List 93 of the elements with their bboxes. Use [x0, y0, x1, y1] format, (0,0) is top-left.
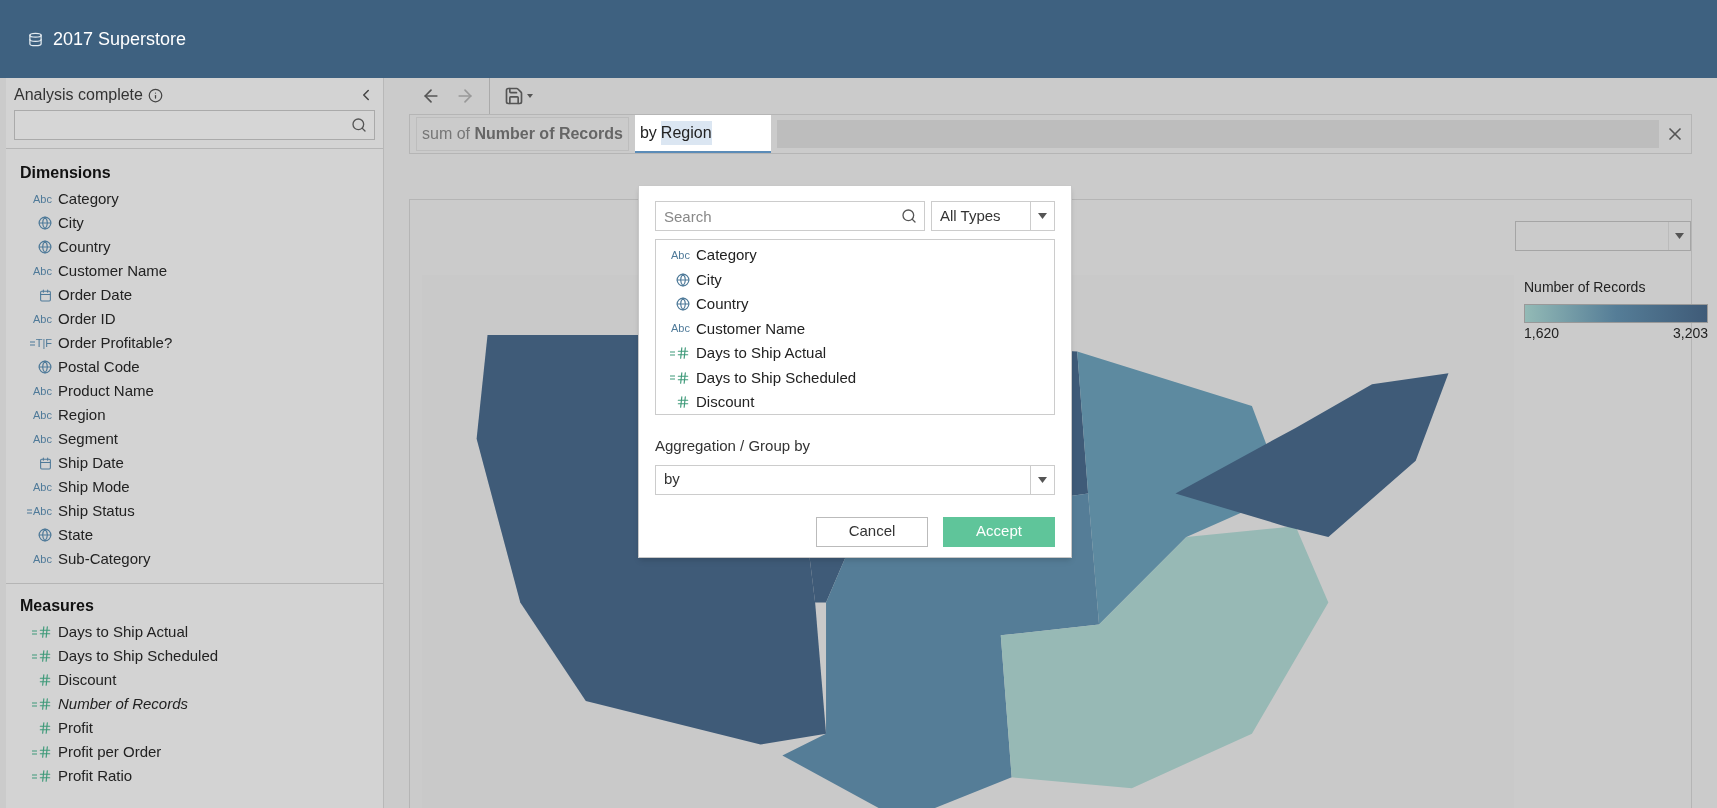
field-name[interactable]: Segment	[58, 427, 119, 451]
field-name[interactable]: State	[58, 523, 94, 547]
field-name[interactable]: Profit	[58, 716, 93, 740]
section-heading: Dimensions	[20, 163, 112, 183]
hash-icon	[38, 697, 52, 711]
field-name[interactable]: City	[58, 211, 84, 235]
calculated-icon	[29, 340, 35, 346]
database-icon	[28, 31, 43, 47]
type-glyph: Abc	[33, 409, 52, 421]
field-name[interactable]: Order ID	[58, 307, 116, 331]
field-name[interactable]: Product Name	[58, 379, 154, 403]
field-name[interactable]: Discount	[58, 668, 117, 692]
globe-icon	[38, 360, 52, 374]
field-name[interactable]: Days to Ship Actual	[58, 620, 189, 644]
type-glyph: Abc	[33, 433, 52, 445]
hash-icon	[38, 745, 52, 759]
type-glyph: Abc	[33, 265, 52, 277]
aggregation-dropdown[interactable]: by	[655, 464, 1055, 495]
globe-icon	[676, 297, 690, 312]
section-heading: Measures	[20, 596, 95, 616]
field-name[interactable]: Country	[696, 293, 749, 316]
field-name[interactable]: Region	[58, 403, 106, 427]
search-icon	[901, 208, 917, 224]
hash-icon	[38, 769, 52, 783]
search-field[interactable]: Search	[655, 201, 925, 231]
field-name[interactable]: Ship Mode	[58, 475, 130, 499]
field-name[interactable]: Customer Name	[58, 259, 168, 283]
field-name[interactable]: Days to Ship Scheduled	[696, 366, 857, 389]
calculated-icon	[32, 701, 37, 707]
field-name[interactable]: Category	[696, 244, 757, 267]
field-name[interactable]: Profit per Order	[58, 740, 162, 764]
field-name[interactable]: Profit Ratio	[58, 764, 133, 788]
hash-icon	[38, 625, 52, 639]
calculated-icon	[32, 653, 37, 659]
field-name[interactable]: Days to Ship Scheduled	[58, 644, 219, 668]
type-glyph: Abc	[33, 553, 52, 565]
analysis-status: Analysis complete	[14, 85, 143, 105]
field-name[interactable]: Order Date	[58, 283, 133, 307]
type-glyph: Abc	[33, 313, 52, 325]
globe-icon	[38, 528, 52, 542]
type-glyph: T|F	[35, 337, 52, 349]
calculated-icon	[27, 508, 33, 514]
hash-icon	[676, 370, 690, 385]
calendar-icon	[39, 456, 52, 470]
save-button[interactable]	[504, 86, 533, 106]
globe-icon	[676, 272, 690, 287]
legend-title: Number of Records	[1524, 278, 1647, 297]
legend-min: 1,620	[1524, 324, 1560, 343]
calculated-icon	[32, 629, 37, 635]
calculated-icon	[32, 749, 37, 755]
caret-icon	[1038, 213, 1047, 219]
caret-icon	[1675, 233, 1684, 239]
calculated-icon	[670, 375, 675, 381]
type-glyph: Abc	[671, 323, 690, 335]
query-input[interactable]: by Region	[634, 115, 771, 153]
cancel-button[interactable]: Cancel	[816, 516, 928, 547]
type-glyph: Abc	[33, 505, 52, 517]
type-filter-dropdown[interactable]: All Types	[931, 201, 1055, 231]
legend-max: 3,203	[1672, 324, 1708, 343]
globe-icon	[38, 216, 52, 230]
hash-icon	[38, 721, 52, 735]
aggregation-label: Aggregation / Group by	[655, 436, 812, 456]
field-name[interactable]: Discount	[696, 391, 755, 414]
field-name[interactable]: Order Profitable?	[58, 331, 173, 355]
field-name[interactable]: Country	[58, 235, 111, 259]
query-chip[interactable]: sum of Number of Records	[416, 117, 629, 151]
type-glyph: Abc	[671, 249, 690, 261]
field-name[interactable]: Days to Ship Actual	[696, 342, 827, 365]
field-name[interactable]: City	[696, 268, 722, 291]
calculated-icon	[670, 350, 675, 356]
field-name[interactable]: Ship Date	[58, 451, 124, 475]
field-name[interactable]: Number of Records	[58, 692, 189, 716]
calendar-icon	[39, 288, 52, 302]
caret-icon	[1038, 476, 1047, 483]
field-name[interactable]: Category	[58, 187, 119, 211]
workbook-title: 2017 Superstore	[53, 27, 187, 51]
caret-icon	[527, 94, 533, 98]
field-name[interactable]: Customer Name	[696, 317, 806, 340]
hash-icon	[38, 673, 52, 687]
hash-icon	[676, 346, 690, 361]
info-icon[interactable]	[147, 87, 163, 103]
type-glyph: Abc	[33, 385, 52, 397]
field-name[interactable]: Ship Status	[58, 499, 135, 523]
globe-icon	[38, 240, 52, 254]
hash-icon	[676, 395, 690, 410]
search-icon	[351, 117, 367, 133]
type-glyph: Abc	[33, 481, 52, 493]
search-field[interactable]	[14, 110, 375, 140]
field-name[interactable]: Postal Code	[58, 355, 140, 379]
hash-icon	[38, 649, 52, 663]
type-glyph: Abc	[33, 193, 52, 205]
field-name[interactable]: Sub-Category	[58, 547, 151, 571]
calculated-icon	[32, 773, 37, 779]
